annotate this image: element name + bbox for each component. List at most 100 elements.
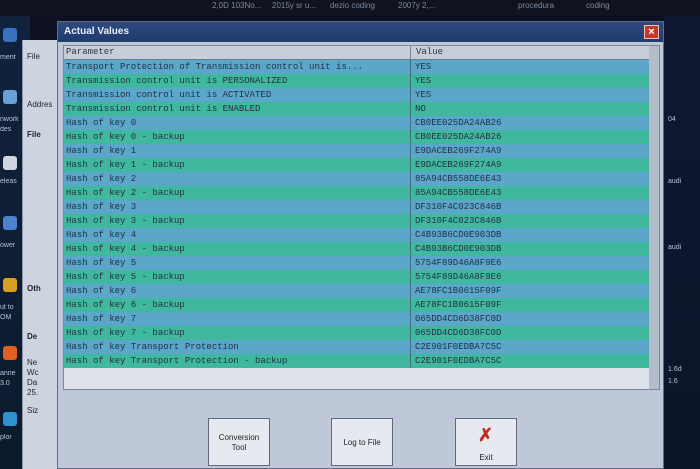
dialog-title: Actual Values <box>64 26 130 37</box>
value-cell: E9DACEB269F274A9 <box>415 146 502 156</box>
table-row[interactable]: Hash of key Transport Protection C2E901F0… <box>64 340 659 354</box>
parameter-cell: Hash of key 0 - backup <box>66 132 185 142</box>
table-row[interactable]: Hash of key 7 065DD4CD6D38FC0D <box>64 312 659 326</box>
table-row[interactable]: Hash of key 5 5754F89D46A8F9E6 <box>64 256 659 270</box>
exit-button[interactable]: ✗ Exit <box>455 418 517 466</box>
parameter-cell: Hash of key 0 <box>66 118 137 128</box>
table-header: Parameter Value <box>64 46 659 60</box>
value-cell: C2E901F0EDBA7C5C <box>415 356 502 366</box>
parameter-cell: Hash of key 2 - backup <box>66 188 185 198</box>
value-cell: AE78FC1B0615F09F <box>415 286 502 296</box>
column-header-value[interactable]: Value <box>416 47 443 57</box>
taskbar-item[interactable]: 2007y 2,... <box>398 1 435 10</box>
parameter-cell: Hash of key Transport Protection - backu… <box>66 356 288 366</box>
close-button[interactable]: × <box>644 25 659 39</box>
table-row[interactable]: Hash of key 6 - backup AE78FC1B0615F09F <box>64 298 659 312</box>
log-to-file-button[interactable]: Log to File <box>331 418 393 466</box>
table-row[interactable]: Transmission control unit is ENABLED NO <box>64 102 659 116</box>
panel-other[interactable]: Oth <box>27 284 41 293</box>
panel-file[interactable]: File <box>27 130 41 139</box>
table-row[interactable]: Hash of key 0 - backup CB0EE025DA24AB26 <box>64 130 659 144</box>
parameter-cell: Transmission control unit is PERSONALIZE… <box>66 76 288 86</box>
value-cell: 85A94CB558DE6E43 <box>415 174 502 184</box>
table-row[interactable]: Hash of key 1 - backup E9DACEB269F274A9 <box>64 158 659 172</box>
conversion-tool-label: Tool <box>231 443 247 452</box>
desktop-icon[interactable] <box>3 412 17 426</box>
table-row[interactable]: Hash of key Transport Protection - backu… <box>64 354 659 368</box>
desktop-icon[interactable] <box>3 90 17 104</box>
dialog-titlebar[interactable]: Actual Values × <box>58 22 663 42</box>
desktop-icon[interactable] <box>3 216 17 230</box>
parameter-cell: Hash of key 1 <box>66 146 137 156</box>
value-cell: DF310F4C023C846B <box>415 202 502 212</box>
parameter-cell: Hash of key 2 <box>66 174 137 184</box>
table-row[interactable]: Hash of key 2 85A94CB558DE6E43 <box>64 172 659 186</box>
taskbar: 2,0D 103No... 2015y sr u... dezio coding… <box>0 0 700 16</box>
details-text: Siz <box>27 406 39 415</box>
taskbar-item[interactable]: 2,0D 103No... <box>212 1 261 10</box>
address-label: Addres <box>27 100 53 109</box>
value-cell: YES <box>415 90 432 100</box>
parameter-cell: Hash of key 5 - backup <box>66 272 185 282</box>
value-cell: AE78FC1B0615F09F <box>415 300 502 310</box>
log-to-file-label: Log to File <box>343 438 381 447</box>
actual-values-dialog: Actual Values × Parameter Value Transpor… <box>57 21 664 469</box>
values-table: Parameter Value Transport Protection of … <box>63 45 660 390</box>
details-text: 25. <box>27 388 39 397</box>
value-cell: DF310F4C023C846B <box>415 216 502 226</box>
value-cell: E9DACEB269F274A9 <box>415 160 502 170</box>
parameter-cell: Hash of key 3 <box>66 202 137 212</box>
details-text: Ne <box>27 358 38 367</box>
table-row[interactable]: Hash of key 2 - backup 85A94CB558DE6E43 <box>64 186 659 200</box>
taskbar-item[interactable]: coding <box>586 1 610 10</box>
column-header-parameter[interactable]: Parameter <box>66 47 115 57</box>
table-row[interactable]: Hash of key 4 - backup C4B93B6CD0E903DB <box>64 242 659 256</box>
taskbar-item[interactable]: procedura <box>518 1 554 10</box>
conversion-tool-button[interactable]: Conversion Tool <box>208 418 270 466</box>
parameter-cell: Transmission control unit is ACTIVATED <box>66 90 272 100</box>
table-row[interactable]: Hash of key 0 CB0EE025DA24AB26 <box>64 116 659 130</box>
parameter-cell: Hash of key 6 <box>66 286 137 296</box>
taskbar-item[interactable]: dezio coding <box>330 1 375 10</box>
parameter-cell: Hash of key Transport Protection <box>66 342 239 352</box>
panel-details[interactable]: De <box>27 332 37 341</box>
menu-file[interactable]: File <box>27 52 40 61</box>
value-cell: 065DD4CD6D38FC0D <box>415 328 502 338</box>
value-cell: NO <box>415 104 426 114</box>
desktop-icon[interactable] <box>3 346 17 360</box>
exit-icon: ✗ <box>478 425 494 445</box>
desktop-right: 04 audi audi 1.6d 1.6 <box>664 16 700 469</box>
parameter-cell: Hash of key 6 - backup <box>66 300 185 310</box>
details-text: Wc <box>27 368 39 377</box>
desktop-label: 04 <box>668 116 676 123</box>
table-row[interactable]: Hash of key 5 - backup 5754F89D46A8F9E6 <box>64 270 659 284</box>
desktop-icon[interactable] <box>3 28 17 42</box>
value-cell: C2E901F0EDBA7C5C <box>415 342 502 352</box>
vertical-scrollbar[interactable] <box>649 46 659 389</box>
table-row[interactable]: Hash of key 6 AE78FC1B0615F09F <box>64 284 659 298</box>
desktop-icon[interactable] <box>3 156 17 170</box>
desktop-label: 1.6d <box>668 366 682 373</box>
value-cell: YES <box>415 76 432 86</box>
parameter-cell: Hash of key 4 <box>66 230 137 240</box>
value-cell: C4B93B6CD0E903DB <box>415 230 502 240</box>
value-cell: C4B93B6CD0E903DB <box>415 244 502 254</box>
table-row[interactable]: Transmission control unit is PERSONALIZE… <box>64 74 659 88</box>
conversion-tool-label: Conversion <box>218 433 260 442</box>
parameter-cell: Hash of key 7 - backup <box>66 328 185 338</box>
value-cell: 065DD4CD6D38FC0D <box>415 314 502 324</box>
table-row[interactable]: Hash of key 4 C4B93B6CD0E903DB <box>64 228 659 242</box>
table-row[interactable]: Transmission control unit is ACTIVATED YE… <box>64 88 659 102</box>
parameter-cell: Hash of key 5 <box>66 258 137 268</box>
table-row[interactable]: Hash of key 3 - backup DF310F4C023C846B <box>64 214 659 228</box>
table-row[interactable]: Hash of key 1 E9DACEB269F274A9 <box>64 144 659 158</box>
table-row[interactable]: Transport Protection of Transmission con… <box>64 60 659 74</box>
table-row[interactable]: Hash of key 3 DF310F4C023C846B <box>64 200 659 214</box>
value-cell: 5754F89D46A8F9E6 <box>415 272 502 282</box>
table-row[interactable]: Hash of key 7 - backup 065DD4CD6D38FC0D <box>64 326 659 340</box>
parameter-cell: Hash of key 3 - backup <box>66 216 185 226</box>
desktop-icon[interactable] <box>3 278 17 292</box>
taskbar-item[interactable]: 2015y sr u... <box>272 1 316 10</box>
value-cell: CB0EE025DA24AB26 <box>415 118 502 128</box>
button-bar: Conversion Tool Log to File ✗ Exit <box>58 412 663 468</box>
